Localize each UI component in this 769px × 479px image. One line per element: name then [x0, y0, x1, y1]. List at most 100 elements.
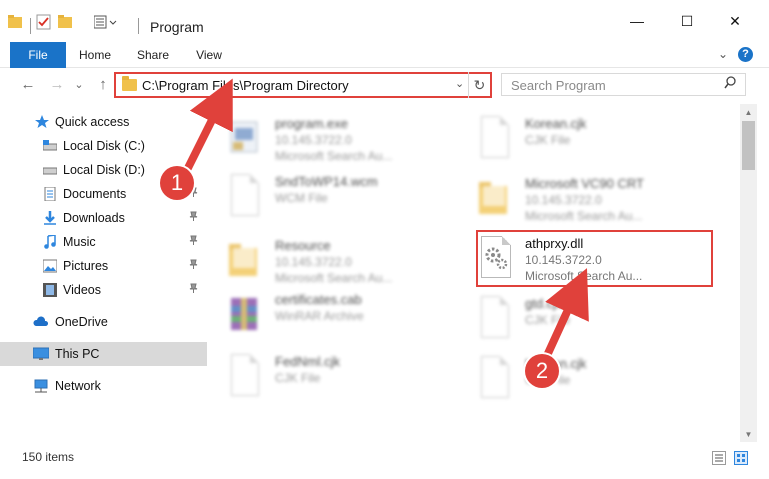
- file-item[interactable]: Korean.cjk CJK File: [457, 348, 697, 406]
- recent-locations-button[interactable]: ⌄: [68, 74, 90, 96]
- pin-icon[interactable]: [189, 259, 198, 272]
- file-icon: [231, 354, 259, 396]
- sidebar-item-onedrive[interactable]: OneDrive: [0, 310, 207, 334]
- window-title: Program: [150, 19, 204, 35]
- expand-ribbon-icon[interactable]: ⌄: [718, 47, 728, 61]
- search-box[interactable]: Search Program: [501, 73, 746, 96]
- sidebar-item-label: Documents: [63, 187, 127, 201]
- sidebar-item-label: OneDrive: [55, 315, 108, 329]
- sidebar-item-videos[interactable]: Videos: [0, 278, 207, 302]
- file-item[interactable]: Resource 10.145.3722.0 Microsoft Search …: [207, 230, 447, 288]
- file-type: WinRAR Archive: [275, 309, 364, 323]
- tab-share[interactable]: Share: [130, 42, 176, 68]
- folder-icon: [477, 176, 511, 218]
- file-description: Microsoft Search Au...: [525, 209, 643, 223]
- file-name: program.exe: [275, 116, 348, 131]
- chevron-down-icon[interactable]: ⌄: [455, 77, 464, 90]
- maximize-button[interactable]: ☐: [664, 0, 710, 42]
- sidebar-item-this-pc[interactable]: This PC: [0, 342, 207, 366]
- archive-icon: [227, 292, 261, 334]
- file-name: certificates.cab: [275, 292, 362, 307]
- tab-view[interactable]: View: [186, 42, 232, 68]
- close-button[interactable]: ✕: [712, 0, 758, 42]
- file-item[interactable]: SndToWP14.wcm WCM File: [207, 166, 447, 224]
- back-button[interactable]: ←: [17, 74, 39, 96]
- file-type: CJK File: [525, 313, 571, 327]
- sidebar-item-label: This PC: [55, 347, 100, 361]
- sidebar-item-quick-access[interactable]: Quick access: [0, 110, 207, 134]
- file-icon: [481, 296, 509, 338]
- star-icon: [35, 115, 49, 129]
- search-icon: [724, 76, 737, 92]
- sidebar-item-music[interactable]: Music: [0, 230, 207, 254]
- sidebar-item-downloads[interactable]: Downloads: [0, 206, 207, 230]
- cloud-icon: [33, 315, 49, 329]
- file-type: CJK File: [275, 371, 321, 385]
- file-item[interactable]: program.exe 10.145.3722.0 Microsoft Sear…: [207, 108, 447, 166]
- refresh-button[interactable]: ↻: [468, 72, 490, 98]
- pin-icon[interactable]: [189, 283, 198, 296]
- file-type: WCM File: [275, 191, 328, 205]
- file-item[interactable]: certificates.cab WinRAR Archive: [207, 284, 447, 342]
- folder-icon[interactable]: [8, 14, 24, 28]
- scrollbar-thumb[interactable]: [742, 121, 755, 170]
- separator: [30, 18, 31, 34]
- file-name: Microsoft VC90 CRT: [525, 176, 644, 191]
- customize-toolbar-icon[interactable]: [93, 14, 117, 29]
- pin-icon[interactable]: [189, 235, 198, 248]
- file-icon: [231, 174, 259, 216]
- sidebar-item-network[interactable]: Network: [0, 374, 207, 398]
- file-version: 10.145.3722.0: [275, 255, 352, 269]
- vertical-scrollbar[interactable]: ▲ ▼: [740, 104, 757, 442]
- navigation-pane: Quick access Local Disk (C:) Local Disk …: [0, 104, 207, 442]
- file-version: 10.145.3722.0: [525, 193, 602, 207]
- scroll-up-icon[interactable]: ▲: [740, 108, 757, 117]
- address-path[interactable]: C:\Program Files\Program Directory: [142, 78, 349, 93]
- item-count: 150 items: [22, 450, 75, 464]
- file-description: Microsoft Search Au...: [275, 149, 393, 163]
- search-input[interactable]: Search Program: [511, 78, 606, 93]
- file-item[interactable]: Korean.cjk CJK File: [457, 108, 697, 166]
- file-item[interactable]: gtd.cjk CJK File: [457, 288, 697, 346]
- sidebar-item-label: Music: [63, 235, 96, 249]
- file-item[interactable]: FedNml.cjk CJK File: [207, 346, 447, 404]
- exe-icon: [227, 116, 261, 158]
- file-name: Resource: [275, 238, 331, 253]
- file-name: Korean.cjk: [525, 116, 587, 131]
- sidebar-item-pictures[interactable]: Pictures: [0, 254, 207, 278]
- file-icon: [481, 116, 509, 158]
- folder-icon: [227, 238, 261, 280]
- file-name: FedNml.cjk: [275, 354, 341, 369]
- up-button[interactable]: ↑: [92, 74, 114, 96]
- scroll-down-icon[interactable]: ▼: [740, 430, 757, 439]
- forward-button[interactable]: →: [46, 74, 68, 96]
- file-item[interactable]: Microsoft VC90 CRT 10.145.3722.0 Microso…: [457, 168, 697, 226]
- ribbon: File Home Share View ⌄: [0, 42, 769, 100]
- file-version: 10.145.3722.0: [275, 133, 352, 147]
- minimize-button[interactable]: —: [614, 0, 660, 42]
- folder-icon: [122, 76, 137, 91]
- videos-icon: [43, 283, 57, 297]
- computer-icon: [32, 347, 50, 361]
- file-name: gtd.cjk: [525, 296, 563, 311]
- sidebar-item-label: Quick access: [55, 115, 130, 129]
- help-icon[interactable]: ?: [738, 47, 753, 62]
- pin-icon[interactable]: [189, 211, 198, 224]
- file-icon: [481, 356, 509, 398]
- sidebar-item-label: Local Disk (D:): [63, 163, 145, 177]
- sidebar-item-local-disk-c[interactable]: Local Disk (C:): [0, 134, 207, 158]
- status-bar: 150 items: [0, 442, 769, 479]
- title-bar: Program — ☐ ✕: [0, 0, 769, 42]
- sidebar-item-label: Local Disk (C:): [63, 139, 145, 153]
- file-description: Microsoft Search Au...: [275, 271, 393, 285]
- step-2-badge: 2: [525, 354, 559, 388]
- properties-icon[interactable]: [36, 14, 52, 30]
- navigation-bar: ← → ⌄ ↑ C:\Program Files\Program Directo…: [0, 68, 769, 104]
- new-folder-icon[interactable]: [58, 14, 74, 28]
- address-bar[interactable]: C:\Program Files\Program Directory ⌄ ↻: [114, 72, 492, 98]
- drive-icon: [42, 163, 58, 177]
- tab-home[interactable]: Home: [72, 42, 118, 68]
- sidebar-item-label: Pictures: [63, 259, 109, 273]
- details-view-icon[interactable]: [712, 451, 726, 465]
- large-icons-view-icon[interactable]: [734, 451, 748, 465]
